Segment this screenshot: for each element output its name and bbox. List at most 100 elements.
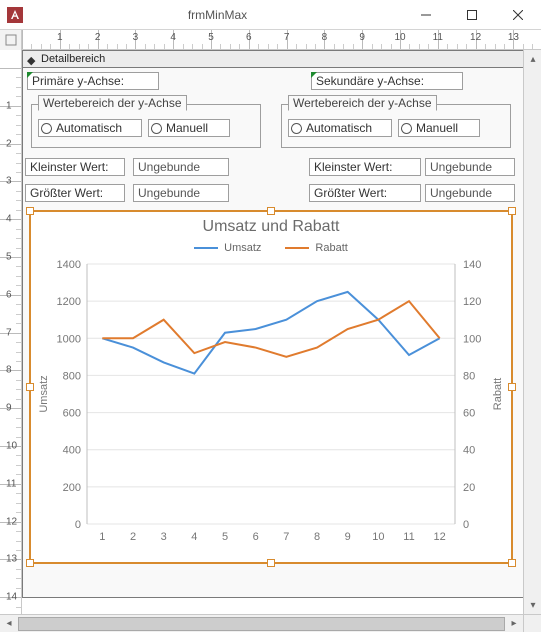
svg-text:6: 6 xyxy=(253,531,259,543)
svg-text:800: 800 xyxy=(63,370,81,382)
primary-min-textbox[interactable]: Ungebunde xyxy=(133,158,229,176)
ruler-horizontal: 1234567891011121314 xyxy=(0,30,541,50)
svg-text:8: 8 xyxy=(314,531,320,543)
svg-text:Rabatt: Rabatt xyxy=(492,378,504,410)
secondary-option-manual-label: Manuell xyxy=(416,121,458,135)
primary-option-auto-label: Automatisch xyxy=(56,121,122,135)
primary-option-manual[interactable]: Manuell xyxy=(148,119,230,137)
primary-min-label[interactable]: Kleinster Wert: xyxy=(25,158,125,176)
secondary-min-label-text: Kleinster Wert: xyxy=(314,160,392,174)
secondary-min-textbox[interactable]: Ungebunde xyxy=(425,158,515,176)
secondary-min-label[interactable]: Kleinster Wert: xyxy=(309,158,421,176)
resize-handle-w[interactable] xyxy=(26,383,34,391)
secondary-option-manual[interactable]: Manuell xyxy=(398,119,480,137)
secondary-range-group-label: Wertebereich der y-Achse xyxy=(288,95,437,111)
secondary-max-value: Ungebunde xyxy=(430,186,492,200)
svg-text:7: 7 xyxy=(283,531,289,543)
svg-text:9: 9 xyxy=(345,531,351,543)
resize-handle-e[interactable] xyxy=(508,383,516,391)
resize-handle-nw[interactable] xyxy=(26,207,34,215)
vertical-scrollbar[interactable]: ▴ ▾ xyxy=(523,50,541,614)
primary-max-value: Ungebunde xyxy=(138,186,200,200)
svg-text:11: 11 xyxy=(403,531,414,543)
scroll-right-button[interactable]: ▸ xyxy=(505,615,523,633)
scroll-thumb[interactable] xyxy=(18,617,505,631)
secondary-range-group[interactable]: Wertebereich der y-Achse Automatisch Man… xyxy=(281,104,511,148)
radio-icon xyxy=(291,123,302,134)
svg-text:3: 3 xyxy=(161,531,167,543)
svg-text:1400: 1400 xyxy=(57,259,81,271)
svg-text:80: 80 xyxy=(463,370,475,382)
svg-text:0: 0 xyxy=(463,519,469,531)
ruler-vertical: 123456789101112131415 xyxy=(0,50,22,614)
minimize-button[interactable] xyxy=(403,0,449,30)
legend-swatch-rabatt xyxy=(285,247,309,249)
chart-control[interactable]: Umsatz und Rabatt Umsatz Rabatt 02004006… xyxy=(29,210,513,564)
section-header-bar[interactable]: ◆ Detailbereich xyxy=(22,50,541,68)
primary-max-textbox[interactable]: Ungebunde xyxy=(133,184,229,202)
svg-text:60: 60 xyxy=(463,408,475,420)
window-title: frmMinMax xyxy=(32,8,403,22)
resize-handle-sw[interactable] xyxy=(26,559,34,567)
primary-option-manual-label: Manuell xyxy=(166,121,208,135)
primary-min-label-text: Kleinster Wert: xyxy=(30,160,108,174)
secondary-min-value: Ungebunde xyxy=(430,160,492,174)
secondary-max-label[interactable]: Größter Wert: xyxy=(309,184,421,202)
scroll-down-button[interactable]: ▾ xyxy=(524,596,541,614)
svg-text:120: 120 xyxy=(463,296,481,308)
svg-text:600: 600 xyxy=(63,408,81,420)
secondary-max-textbox[interactable]: Ungebunde xyxy=(425,184,515,202)
svg-text:0: 0 xyxy=(75,519,81,531)
primary-axis-heading[interactable]: Primäre y-Achse: xyxy=(27,72,159,90)
svg-text:5: 5 xyxy=(222,531,228,543)
primary-option-auto[interactable]: Automatisch xyxy=(38,119,142,137)
resize-handle-se[interactable] xyxy=(508,559,516,567)
svg-text:100: 100 xyxy=(463,333,481,345)
radio-icon xyxy=(401,123,412,134)
detail-section[interactable]: Primäre y-Achse: Sekundäre y-Achse: Wert… xyxy=(22,68,541,598)
primary-max-label[interactable]: Größter Wert: xyxy=(25,184,125,202)
secondary-option-auto-label: Automatisch xyxy=(306,121,372,135)
legend-item-umsatz: Umsatz xyxy=(194,242,261,254)
design-canvas[interactable]: ◆ Detailbereich Primäre y-Achse: Sekundä… xyxy=(22,50,541,614)
secondary-max-label-text: Größter Wert: xyxy=(314,186,387,200)
resize-handle-n[interactable] xyxy=(267,207,275,215)
chart-svg: 0200400600800100012001400020406080100120… xyxy=(31,254,511,554)
chart-title: Umsatz und Rabatt xyxy=(31,218,511,236)
svg-text:140: 140 xyxy=(463,259,481,271)
secondary-axis-heading-text: Sekundäre y-Achse: xyxy=(316,74,424,88)
section-header-label: Detailbereich xyxy=(41,53,105,65)
scroll-up-button[interactable]: ▴ xyxy=(524,50,541,68)
chart-legend: Umsatz Rabatt xyxy=(31,242,511,254)
secondary-option-auto[interactable]: Automatisch xyxy=(288,119,392,137)
legend-swatch-umsatz xyxy=(194,247,218,249)
primary-range-group[interactable]: Wertebereich der y-Achse Automatisch Man… xyxy=(31,104,261,148)
radio-icon xyxy=(151,123,162,134)
scrollbar-corner xyxy=(523,614,541,632)
legend-label-umsatz: Umsatz xyxy=(224,242,261,254)
resize-handle-s[interactable] xyxy=(267,559,275,567)
svg-text:4: 4 xyxy=(191,531,197,543)
svg-text:200: 200 xyxy=(63,482,81,494)
svg-text:1: 1 xyxy=(99,531,105,543)
resize-handle-ne[interactable] xyxy=(508,207,516,215)
svg-text:2: 2 xyxy=(130,531,136,543)
svg-text:400: 400 xyxy=(63,445,81,457)
svg-text:20: 20 xyxy=(463,482,475,494)
window-controls xyxy=(403,0,541,30)
legend-item-rabatt: Rabatt xyxy=(285,242,347,254)
titlebar: frmMinMax xyxy=(0,0,541,30)
secondary-axis-heading[interactable]: Sekundäre y-Achse: xyxy=(311,72,463,90)
primary-range-group-label: Wertebereich der y-Achse xyxy=(38,95,187,111)
close-button[interactable] xyxy=(495,0,541,30)
expand-icon: ◆ xyxy=(27,54,37,64)
primary-min-value: Ungebunde xyxy=(138,160,200,174)
svg-text:Umsatz: Umsatz xyxy=(38,375,50,412)
radio-icon xyxy=(41,123,52,134)
maximize-button[interactable] xyxy=(449,0,495,30)
ruler-corner[interactable] xyxy=(0,30,22,50)
svg-text:12: 12 xyxy=(434,531,446,543)
chart-plot-area: Umsatz und Rabatt Umsatz Rabatt 02004006… xyxy=(31,212,511,562)
scroll-left-button[interactable]: ◂ xyxy=(0,615,18,633)
horizontal-scrollbar[interactable]: ◂ ▸ xyxy=(0,614,523,632)
